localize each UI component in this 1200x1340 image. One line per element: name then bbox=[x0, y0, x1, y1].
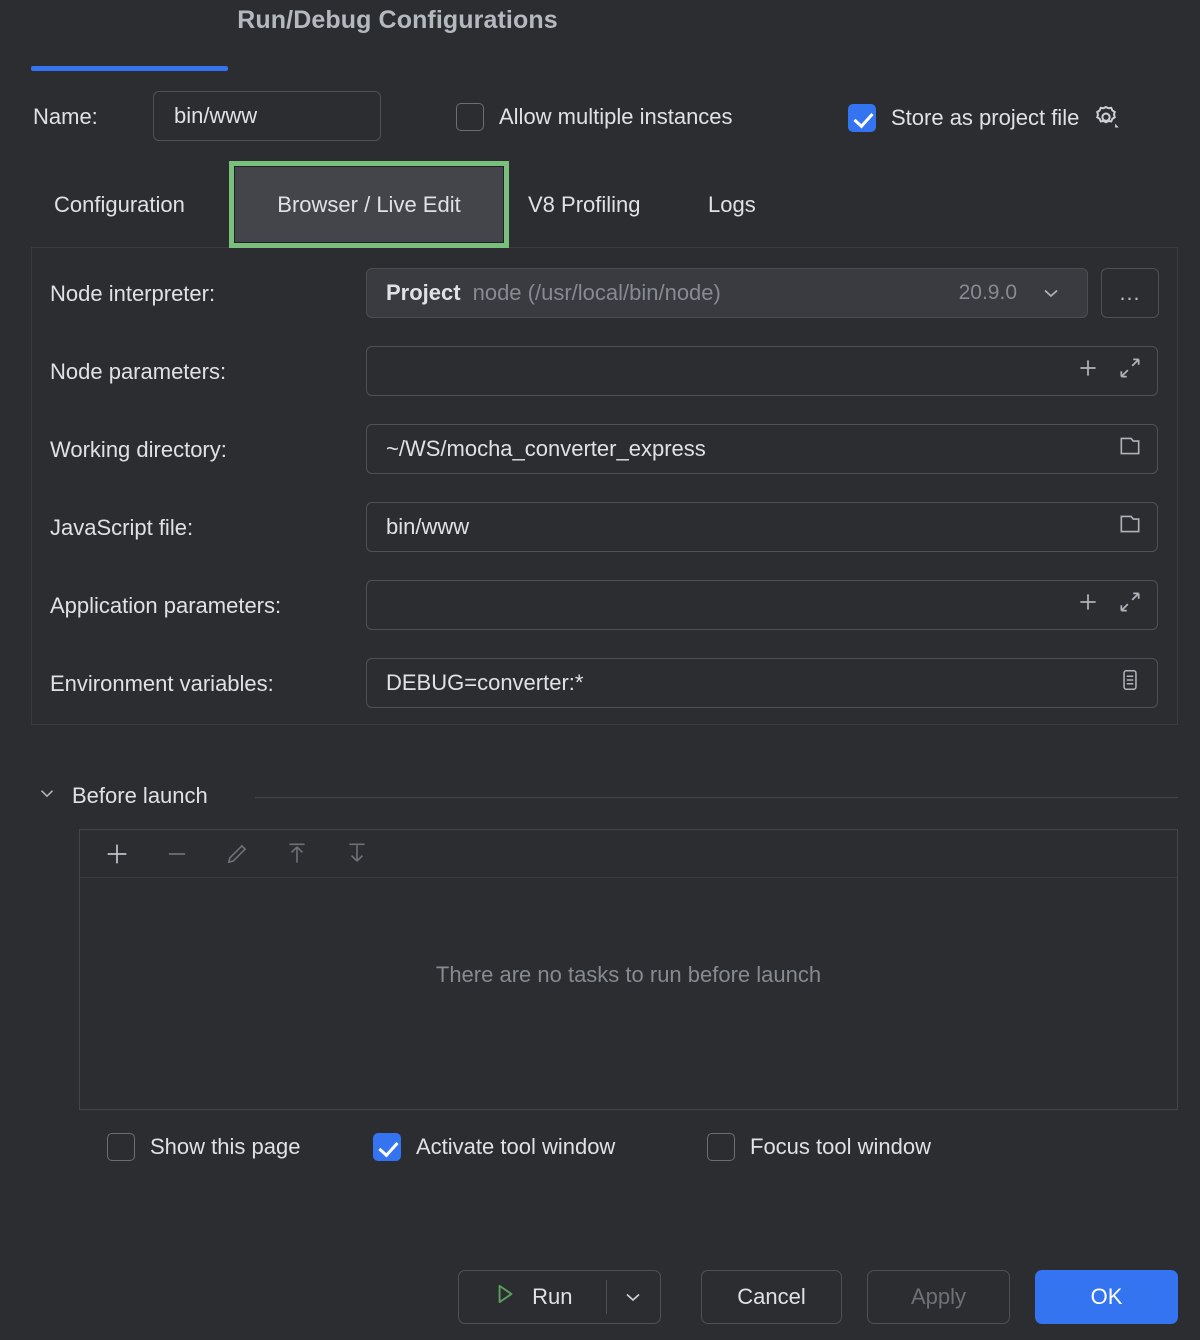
node-interpreter-path: node (/usr/local/bin/node) bbox=[473, 280, 721, 306]
node-interpreter-select[interactable]: Project node (/usr/local/bin/node) 20.9.… bbox=[366, 268, 1088, 318]
application-parameters-input[interactable] bbox=[366, 580, 1158, 630]
activate-tool-window-label: Activate tool window bbox=[416, 1134, 615, 1160]
working-directory-label: Working directory: bbox=[50, 437, 227, 463]
application-parameters-label: Application parameters: bbox=[50, 593, 281, 619]
allow-multiple-instances-label: Allow multiple instances bbox=[499, 104, 733, 130]
tab-bar: Configuration V8 Profiling Logs bbox=[0, 180, 1200, 236]
before-launch-empty-text: There are no tasks to run before launch bbox=[80, 878, 1177, 1110]
before-launch-toolbar bbox=[80, 830, 1177, 878]
focus-tool-window-label: Focus tool window bbox=[750, 1134, 931, 1160]
add-icon[interactable] bbox=[98, 835, 136, 873]
run-button-main[interactable]: Run bbox=[459, 1271, 606, 1323]
folder-icon[interactable] bbox=[1117, 433, 1143, 465]
working-directory-input[interactable]: ~/WS/mocha_converter_express bbox=[366, 424, 1158, 474]
selected-tab-underline bbox=[31, 66, 228, 71]
edit-icon bbox=[218, 835, 256, 873]
ok-button[interactable]: OK bbox=[1035, 1270, 1178, 1324]
before-launch-tasks-panel: There are no tasks to run before launch bbox=[79, 829, 1178, 1110]
node-interpreter-scope: Project bbox=[367, 280, 461, 306]
apply-button: Apply bbox=[867, 1270, 1010, 1324]
checkbox-box[interactable] bbox=[848, 104, 876, 132]
javascript-file-input[interactable]: bin/www bbox=[366, 502, 1158, 552]
tab-v8-profiling[interactable]: V8 Profiling bbox=[528, 180, 641, 230]
remove-icon bbox=[158, 835, 196, 873]
dialog-title: Run/Debug Configurations bbox=[0, 6, 795, 35]
before-launch-divider bbox=[255, 797, 1178, 798]
run-play-icon bbox=[492, 1281, 518, 1313]
tab-logs[interactable]: Logs bbox=[708, 180, 756, 230]
focus-tool-window-checkbox[interactable]: Focus tool window bbox=[707, 1133, 931, 1161]
node-interpreter-version: 20.9.0 bbox=[959, 281, 1017, 305]
gear-icon[interactable] bbox=[1091, 103, 1121, 133]
show-this-page-label: Show this page bbox=[150, 1134, 300, 1160]
expand-icon[interactable] bbox=[1117, 589, 1143, 621]
run-debug-configurations-dialog: Run/Debug Configurations Name: bin/www A… bbox=[0, 0, 1200, 1340]
checkbox-box[interactable] bbox=[107, 1133, 135, 1161]
environment-variables-value: DEBUG=converter:* bbox=[367, 670, 583, 696]
tab-browser-live-edit-highlight: Browser / Live Edit bbox=[229, 161, 509, 248]
run-button[interactable]: Run bbox=[458, 1270, 661, 1324]
javascript-file-value: bin/www bbox=[367, 514, 469, 540]
show-this-page-checkbox[interactable]: Show this page bbox=[107, 1133, 300, 1161]
before-launch-title: Before launch bbox=[72, 783, 208, 809]
run-button-label: Run bbox=[532, 1284, 572, 1310]
environment-variables-input[interactable]: DEBUG=converter:* bbox=[366, 658, 1158, 708]
cancel-button[interactable]: Cancel bbox=[701, 1270, 842, 1324]
node-interpreter-browse-button[interactable]: … bbox=[1101, 268, 1159, 318]
move-up-icon bbox=[278, 835, 316, 873]
add-icon[interactable] bbox=[1075, 355, 1101, 387]
chevron-down-icon[interactable] bbox=[36, 782, 58, 809]
working-directory-value: ~/WS/mocha_converter_express bbox=[367, 436, 706, 462]
move-down-icon bbox=[338, 835, 376, 873]
checkbox-box[interactable] bbox=[707, 1133, 735, 1161]
activate-tool-window-checkbox[interactable]: Activate tool window bbox=[373, 1133, 615, 1161]
javascript-file-label: JavaScript file: bbox=[50, 515, 193, 541]
checkbox-box[interactable] bbox=[456, 103, 484, 131]
configuration-panel: Node interpreter: Project node (/usr/loc… bbox=[31, 247, 1178, 725]
folder-icon[interactable] bbox=[1117, 511, 1143, 543]
environment-variables-label: Environment variables: bbox=[50, 671, 274, 697]
tab-configuration[interactable]: Configuration bbox=[54, 180, 185, 230]
node-parameters-label: Node parameters: bbox=[50, 359, 226, 385]
add-icon[interactable] bbox=[1075, 589, 1101, 621]
dialog-footer: Run Cancel Apply OK bbox=[0, 1270, 1200, 1326]
env-list-icon[interactable] bbox=[1117, 667, 1143, 699]
name-input[interactable]: bin/www bbox=[153, 91, 381, 141]
expand-icon[interactable] bbox=[1117, 355, 1143, 387]
chevron-down-icon[interactable] bbox=[1039, 281, 1063, 305]
checkbox-box[interactable] bbox=[373, 1133, 401, 1161]
run-dropdown-arrow[interactable] bbox=[607, 1271, 660, 1323]
tab-browser-live-edit[interactable]: Browser / Live Edit bbox=[234, 166, 504, 243]
allow-multiple-instances-checkbox[interactable]: Allow multiple instances bbox=[456, 103, 733, 131]
store-as-project-file-checkbox[interactable]: Store as project file bbox=[848, 103, 1121, 133]
store-as-project-file-label: Store as project file bbox=[891, 105, 1079, 131]
node-interpreter-label: Node interpreter: bbox=[50, 281, 215, 307]
node-parameters-input[interactable] bbox=[366, 346, 1158, 396]
before-launch-header[interactable]: Before launch bbox=[36, 782, 208, 809]
name-label: Name: bbox=[33, 104, 98, 130]
